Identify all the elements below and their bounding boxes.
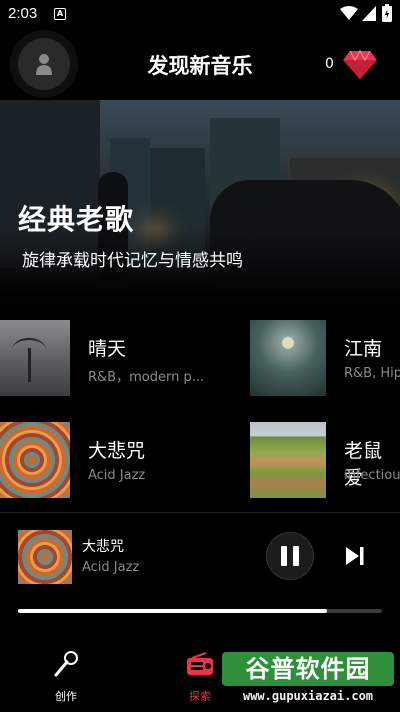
now-playing-cover[interactable] xyxy=(18,530,72,584)
song-cover xyxy=(250,422,326,498)
microphone-icon xyxy=(54,651,78,677)
watermark-title: 谷普软件园 xyxy=(222,652,394,686)
nav-item-create[interactable]: 创作 xyxy=(40,648,92,704)
watermark: 谷普软件园 www.gupuxiazai.com xyxy=(216,648,400,712)
status-time: 2:03 xyxy=(8,5,38,22)
song-item[interactable]: 江南 R&B, Hip xyxy=(250,320,400,396)
notification-icon: A xyxy=(54,8,66,20)
song-item[interactable]: 老鼠爱 infectiou xyxy=(250,422,400,498)
banner-subtitle: 旋律承载时代记忆与情感共鸣 xyxy=(22,251,243,271)
song-subtitle: R&B，modern p... xyxy=(88,370,205,385)
page-title: 发现新音乐 xyxy=(147,54,253,78)
radio-icon xyxy=(187,652,213,675)
song-subtitle: R&B, Hip xyxy=(344,366,400,381)
song-grid: 晴天 R&B，modern p... 江南 R&B, Hip 大悲咒 Acid … xyxy=(0,320,400,500)
song-cover xyxy=(0,320,70,396)
banner-title: 经典老歌 xyxy=(18,203,135,236)
song-item[interactable]: 大悲咒 Acid Jazz xyxy=(0,422,230,498)
gem-icon[interactable] xyxy=(342,50,378,80)
progress-bar[interactable] xyxy=(18,609,382,613)
status-bar: 2:03 A xyxy=(0,0,400,28)
gem-count: 0 xyxy=(325,56,334,72)
song-cover xyxy=(250,320,326,396)
battery-icon xyxy=(382,4,392,22)
song-cover xyxy=(0,422,70,498)
song-subtitle: Acid Jazz xyxy=(88,468,146,483)
now-playing-subtitle: Acid Jazz xyxy=(82,560,140,575)
watermark-url: www.gupuxiazai.com xyxy=(242,689,374,703)
song-subtitle: infectiou xyxy=(344,468,400,483)
song-title: 晴天 xyxy=(88,338,127,360)
divider xyxy=(0,512,400,513)
nav-label: 创作 xyxy=(55,690,77,703)
song-title: 江南 xyxy=(344,338,383,360)
now-playing-title: 大悲咒 xyxy=(82,539,124,555)
skip-next-icon[interactable] xyxy=(340,542,368,570)
wifi-icon xyxy=(340,6,358,20)
signal-icon xyxy=(362,6,376,21)
song-title: 大悲咒 xyxy=(88,440,146,462)
progress-fill xyxy=(18,609,328,613)
song-item[interactable]: 晴天 R&B，modern p... xyxy=(0,320,230,396)
pause-button[interactable] xyxy=(266,532,314,580)
